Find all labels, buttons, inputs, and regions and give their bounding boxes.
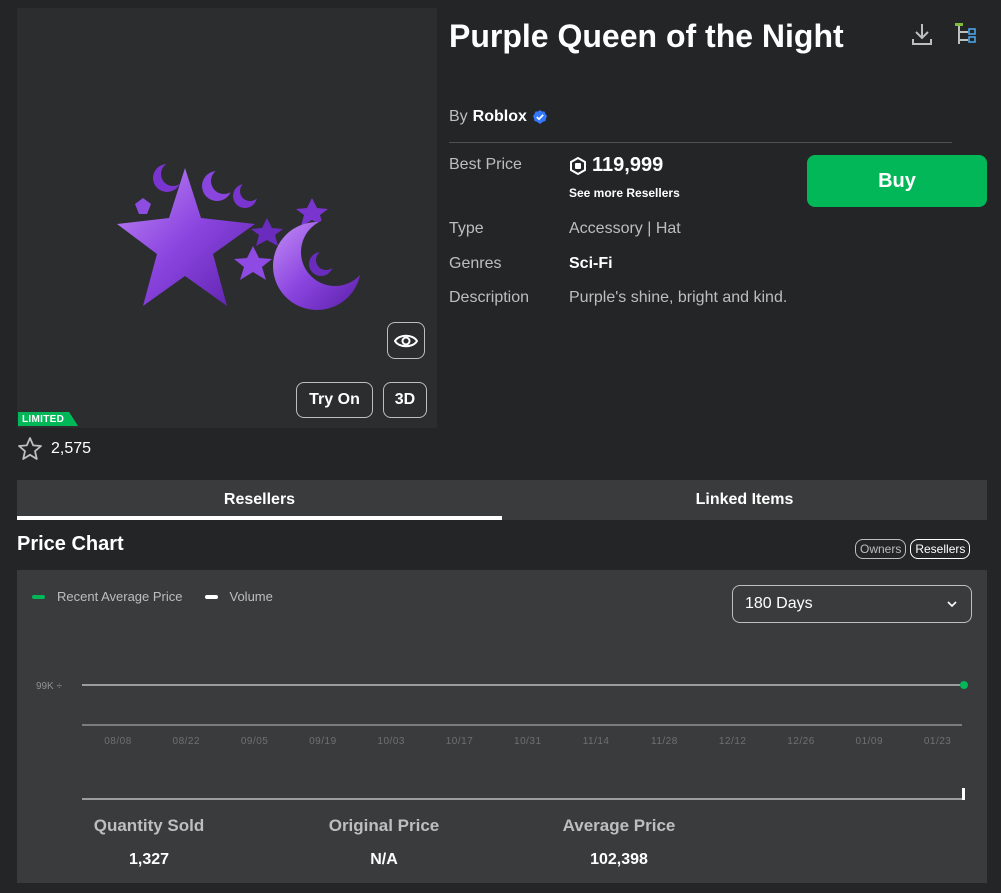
- page-title: Purple Queen of the Night: [449, 18, 844, 54]
- x-tick-label: 10/17: [446, 736, 474, 747]
- time-range-select[interactable]: 180 Days: [732, 585, 972, 623]
- 3d-view-button[interactable]: 3D: [383, 382, 427, 418]
- hierarchy-icon[interactable]: [952, 20, 980, 48]
- limited-badge: LIMITED: [18, 412, 79, 426]
- tab-resellers[interactable]: Resellers: [17, 480, 502, 520]
- x-tick-label: 12/26: [787, 736, 815, 747]
- favorite-control[interactable]: 2,575: [17, 436, 91, 462]
- download-icon[interactable]: [908, 20, 936, 48]
- legend-swatch: [32, 594, 45, 599]
- chart-mode-toggle: Owners Resellers: [855, 539, 971, 559]
- legend-label: Recent Average Price: [57, 589, 183, 604]
- x-tick-label: 09/19: [309, 736, 337, 747]
- y-tick-label: 99K ÷: [36, 681, 63, 692]
- creator-link[interactable]: Roblox: [473, 108, 527, 126]
- time-range-value: 180 Days: [745, 595, 813, 612]
- price-chart-panel: Recent Average Price Volume 180 Days 99K…: [17, 570, 987, 883]
- x-tick-label: 08/22: [173, 736, 201, 747]
- legend-item-average-price: Recent Average Price: [32, 589, 183, 604]
- stat-label: Quantity Sold: [93, 816, 205, 835]
- best-price: 119,999: [569, 154, 663, 177]
- star-icon[interactable]: [17, 436, 43, 462]
- legend-swatch: [204, 594, 218, 599]
- stat-quantity-sold: Quantity Sold 1,327: [69, 816, 229, 869]
- item-actions: [908, 20, 980, 48]
- stat-value: 1,327: [128, 851, 170, 868]
- price-line-chart: 99K ÷ 08/08 08/22 09/05 09/19 10/03 10/17 10/31…: [36, 681, 968, 800]
- legend-label: Volume: [229, 589, 273, 604]
- x-tick-label: 01/09: [856, 736, 884, 747]
- stat-original-price: Original Price N/A: [304, 816, 464, 869]
- stat-average-price: Average Price 102,398: [539, 816, 699, 869]
- price-series-point: [960, 681, 968, 689]
- item-image: [117, 162, 369, 310]
- tab-bar: Resellers Linked Items: [17, 480, 987, 520]
- try-on-button[interactable]: Try On: [296, 382, 373, 418]
- resellers-toggle[interactable]: Resellers: [910, 539, 971, 559]
- legend-item-volume: Volume: [204, 589, 273, 604]
- owners-toggle[interactable]: Owners: [855, 539, 907, 559]
- eye-icon: [394, 334, 418, 347]
- tab-linked-items[interactable]: Linked Items: [502, 480, 987, 520]
- buy-button[interactable]: Buy: [807, 155, 987, 207]
- verified-icon: [532, 110, 547, 124]
- chart-legend: Recent Average Price Volume: [32, 589, 295, 604]
- x-tick-label: 08/08: [104, 736, 132, 747]
- divider: [449, 142, 952, 143]
- best-price-label: Best Price: [449, 156, 522, 173]
- genre-link[interactable]: Sci-Fi: [569, 255, 613, 273]
- favorite-count: 2,575: [51, 440, 92, 457]
- see-more-resellers-link[interactable]: See more Resellers: [569, 186, 680, 200]
- chevron-down-icon: [947, 601, 957, 608]
- x-tick-label: 11/28: [651, 736, 678, 747]
- by-prefix: By: [449, 108, 468, 125]
- type-label: Type: [449, 220, 484, 237]
- x-tick-label: 11/14: [583, 736, 610, 747]
- stat-label: Original Price: [328, 816, 440, 835]
- x-tick-label: 01/23: [924, 736, 952, 747]
- stat-label: Average Price: [562, 816, 676, 835]
- description-label: Description: [449, 289, 530, 306]
- price-chart-title: Price Chart: [17, 533, 124, 555]
- x-tick-label: 10/31: [514, 736, 542, 747]
- x-tick-label: 10/03: [377, 736, 405, 747]
- best-price-amount: 119,999: [592, 154, 664, 176]
- description-value: Purple's shine, bright and kind.: [569, 289, 788, 306]
- robux-icon: [570, 156, 586, 175]
- genres-label: Genres: [449, 255, 502, 272]
- stat-value: 102,398: [590, 851, 648, 868]
- x-tick-label: 12/12: [719, 736, 747, 747]
- creator-byline: By Roblox: [449, 108, 548, 126]
- type-value: Accessory | Hat: [569, 220, 681, 237]
- stat-value: N/A: [370, 851, 398, 868]
- x-tick-label: 09/05: [241, 736, 269, 747]
- view-item-button[interactable]: [387, 322, 425, 359]
- item-thumbnail: Try On 3D: [17, 8, 437, 428]
- volume-bar: [962, 788, 965, 800]
